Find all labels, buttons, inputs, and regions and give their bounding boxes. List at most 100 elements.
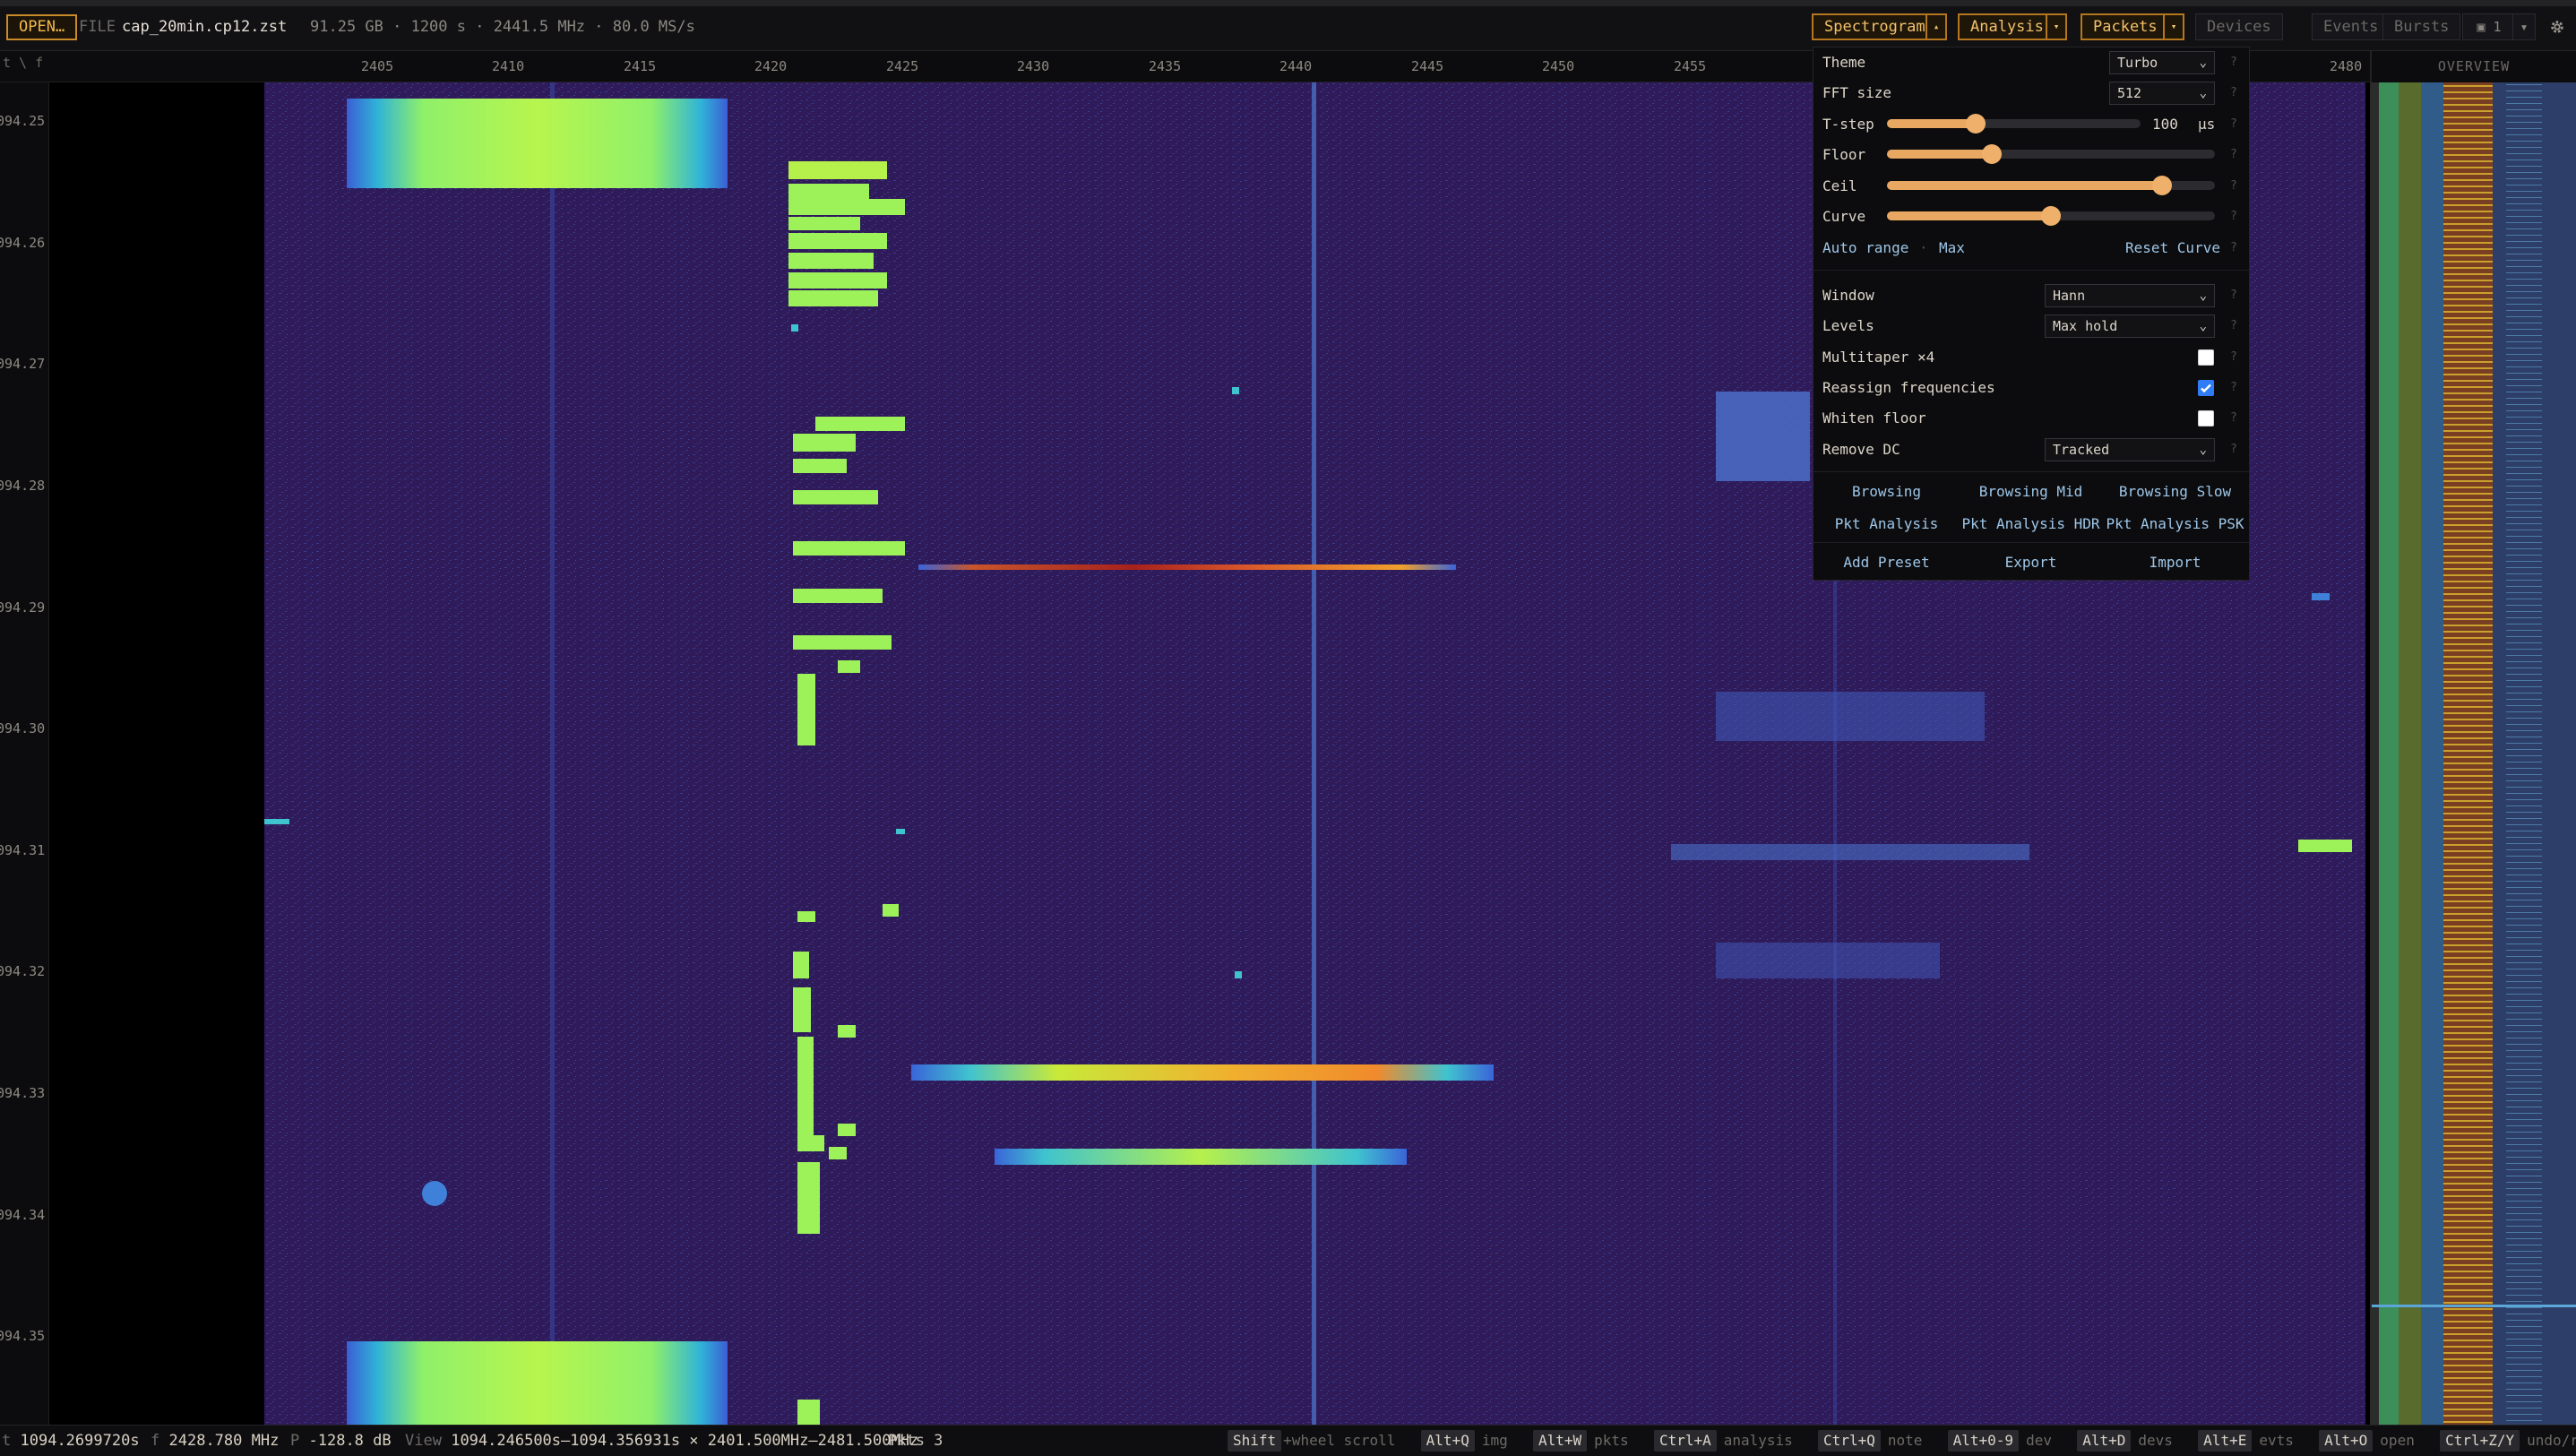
- import-button[interactable]: Import: [2102, 554, 2248, 571]
- export-button[interactable]: Export: [1958, 554, 2104, 571]
- help-icon[interactable]: ?: [2230, 179, 2237, 193]
- chevron-down-icon: ⌄: [2199, 443, 2207, 457]
- freq-tick: 2410: [492, 58, 525, 74]
- help-icon[interactable]: ?: [2230, 56, 2237, 69]
- gear-icon[interactable]: [2543, 13, 2572, 40]
- freq-key: f: [151, 1432, 160, 1450]
- fft-size-select[interactable]: 512 ⌄: [2109, 82, 2215, 105]
- slider-knob[interactable]: [1966, 114, 1986, 134]
- time-tick: 094.29: [0, 599, 46, 616]
- remove-dc-value: Tracked: [2053, 442, 2110, 458]
- auto-range-max-button[interactable]: Max: [1939, 239, 1965, 256]
- help-icon[interactable]: ?: [2230, 411, 2237, 425]
- divider: [1814, 270, 2249, 271]
- slider-knob[interactable]: [2152, 176, 2173, 195]
- shortcut-key: Alt+0-9: [1947, 1430, 2020, 1452]
- counter-menu-caret[interactable]: ▾: [2512, 13, 2536, 40]
- shortcut-desc: open: [2380, 1432, 2415, 1449]
- preset-pkt-analysis[interactable]: Pkt Analysis: [1814, 515, 1960, 532]
- shortcut-desc: +wheel scroll: [1283, 1432, 1396, 1449]
- help-icon[interactable]: ?: [2230, 350, 2237, 364]
- time-tick: 094.34: [0, 1207, 46, 1223]
- ceil-slider[interactable]: [1887, 176, 2215, 195]
- shortcut-desc: img: [1481, 1432, 1508, 1449]
- preset-browsing[interactable]: Browsing: [1814, 483, 1960, 500]
- devices-button[interactable]: Devices: [2195, 13, 2283, 40]
- time-tick: 094.32: [0, 963, 46, 979]
- window-select[interactable]: Hann ⌄: [2045, 284, 2215, 307]
- levels-label: Levels: [1822, 317, 1874, 334]
- window-value: Hann: [2053, 288, 2086, 304]
- slider-knob[interactable]: [1982, 144, 2003, 164]
- analysis-menu-caret[interactable]: ▾: [2046, 13, 2067, 40]
- preset-browsing-mid[interactable]: Browsing Mid: [1958, 483, 2104, 500]
- packets-button[interactable]: Packets: [2081, 13, 2170, 40]
- shortcut-desc: evts: [2259, 1432, 2294, 1449]
- time-tick: 094.35: [0, 1328, 46, 1344]
- reset-curve-button[interactable]: Reset Curve: [2125, 239, 2220, 256]
- time-axis[interactable]: 094.25 094.26 094.27 094.28 094.29 094.3…: [0, 82, 49, 1425]
- help-icon[interactable]: ?: [2230, 210, 2237, 223]
- multitaper-checkbox[interactable]: [2198, 349, 2214, 366]
- fft-size-label: FFT size: [1822, 84, 1892, 101]
- freq-tick: 2445: [1411, 58, 1444, 74]
- file-name: cap_20min.cp12.zst: [122, 18, 288, 36]
- help-icon[interactable]: ?: [2230, 381, 2237, 394]
- preset-pkt-analysis-hdr[interactable]: Pkt Analysis HDR: [1958, 515, 2104, 532]
- tstep-value[interactable]: 100: [2152, 116, 2178, 133]
- spectrogram-menu-caret[interactable]: ▴: [1926, 13, 1947, 40]
- bookmark-counter[interactable]: ▣ 1: [2462, 13, 2516, 40]
- analysis-button[interactable]: Analysis: [1958, 13, 2056, 40]
- whiten-checkbox[interactable]: [2198, 410, 2214, 426]
- shortcut-key: Alt+W: [1532, 1430, 1588, 1452]
- tstep-label: T-step: [1822, 116, 1874, 133]
- window-label: Window: [1822, 287, 1874, 304]
- help-icon[interactable]: ?: [2230, 117, 2237, 131]
- view-key: View: [405, 1432, 442, 1450]
- floor-slider[interactable]: [1887, 144, 2215, 164]
- help-icon[interactable]: ?: [2230, 289, 2237, 302]
- shortcut-desc: analysis: [1723, 1432, 1793, 1449]
- freq-tick: 2420: [754, 58, 788, 74]
- curve-slider[interactable]: [1887, 206, 2215, 226]
- packets-menu-caret[interactable]: ▾: [2163, 13, 2184, 40]
- check-icon: [2201, 383, 2211, 393]
- open-file-button[interactable]: OPEN…: [6, 14, 78, 40]
- time-tick: 094.26: [0, 235, 46, 251]
- cursor-frequency: 2428.780 MHz: [168, 1432, 280, 1450]
- help-icon[interactable]: ?: [2230, 319, 2237, 332]
- shortcut-key: Alt+E: [2198, 1430, 2253, 1452]
- help-icon[interactable]: ?: [2230, 241, 2237, 254]
- reassign-checkbox[interactable]: [2198, 380, 2214, 396]
- overview-strip[interactable]: [2370, 82, 2576, 1425]
- freq-tick: 2440: [1279, 58, 1313, 74]
- events-button[interactable]: Events: [2312, 13, 2391, 40]
- slider-fill: [1887, 211, 2051, 220]
- levels-select[interactable]: Max hold ⌄: [2045, 314, 2215, 338]
- tstep-slider[interactable]: [1887, 114, 2141, 134]
- slider-fill: [1887, 150, 1993, 159]
- ceil-label: Ceil: [1822, 177, 1857, 194]
- top-toolbar: OPEN… FILE cap_20min.cp12.zst 91.25 GB ·…: [0, 0, 2576, 51]
- shortcut-desc: undo/redo: [2527, 1432, 2576, 1449]
- divider: [1814, 542, 2249, 543]
- time-tick: 094.30: [0, 720, 46, 737]
- preset-browsing-slow[interactable]: Browsing Slow: [2102, 483, 2248, 500]
- help-icon[interactable]: ?: [2230, 86, 2237, 99]
- remove-dc-select[interactable]: Tracked ⌄: [2045, 438, 2215, 461]
- auto-range-button[interactable]: Auto range: [1822, 239, 1908, 256]
- add-preset-button[interactable]: Add Preset: [1814, 554, 1960, 571]
- theme-select[interactable]: Turbo ⌄: [2109, 51, 2215, 74]
- shortcut-desc: devs: [2138, 1432, 2173, 1449]
- slider-knob[interactable]: [2041, 206, 2061, 226]
- spectrogram-button[interactable]: Spectrogram: [1812, 13, 1938, 40]
- levels-value: Max hold: [2053, 318, 2118, 334]
- help-icon[interactable]: ?: [2230, 443, 2237, 456]
- packet-count: Pkts 3: [888, 1432, 943, 1450]
- file-metadata: 91.25 GB · 1200 s · 2441.5 MHz · 80.0 MS…: [310, 18, 695, 36]
- preset-pkt-analysis-psk[interactable]: Pkt Analysis PSK: [2102, 515, 2248, 532]
- help-icon[interactable]: ?: [2230, 148, 2237, 161]
- freq-tick: 2455: [1674, 58, 1707, 74]
- overview-image: [2372, 82, 2576, 1425]
- bursts-button[interactable]: Bursts: [2382, 13, 2461, 40]
